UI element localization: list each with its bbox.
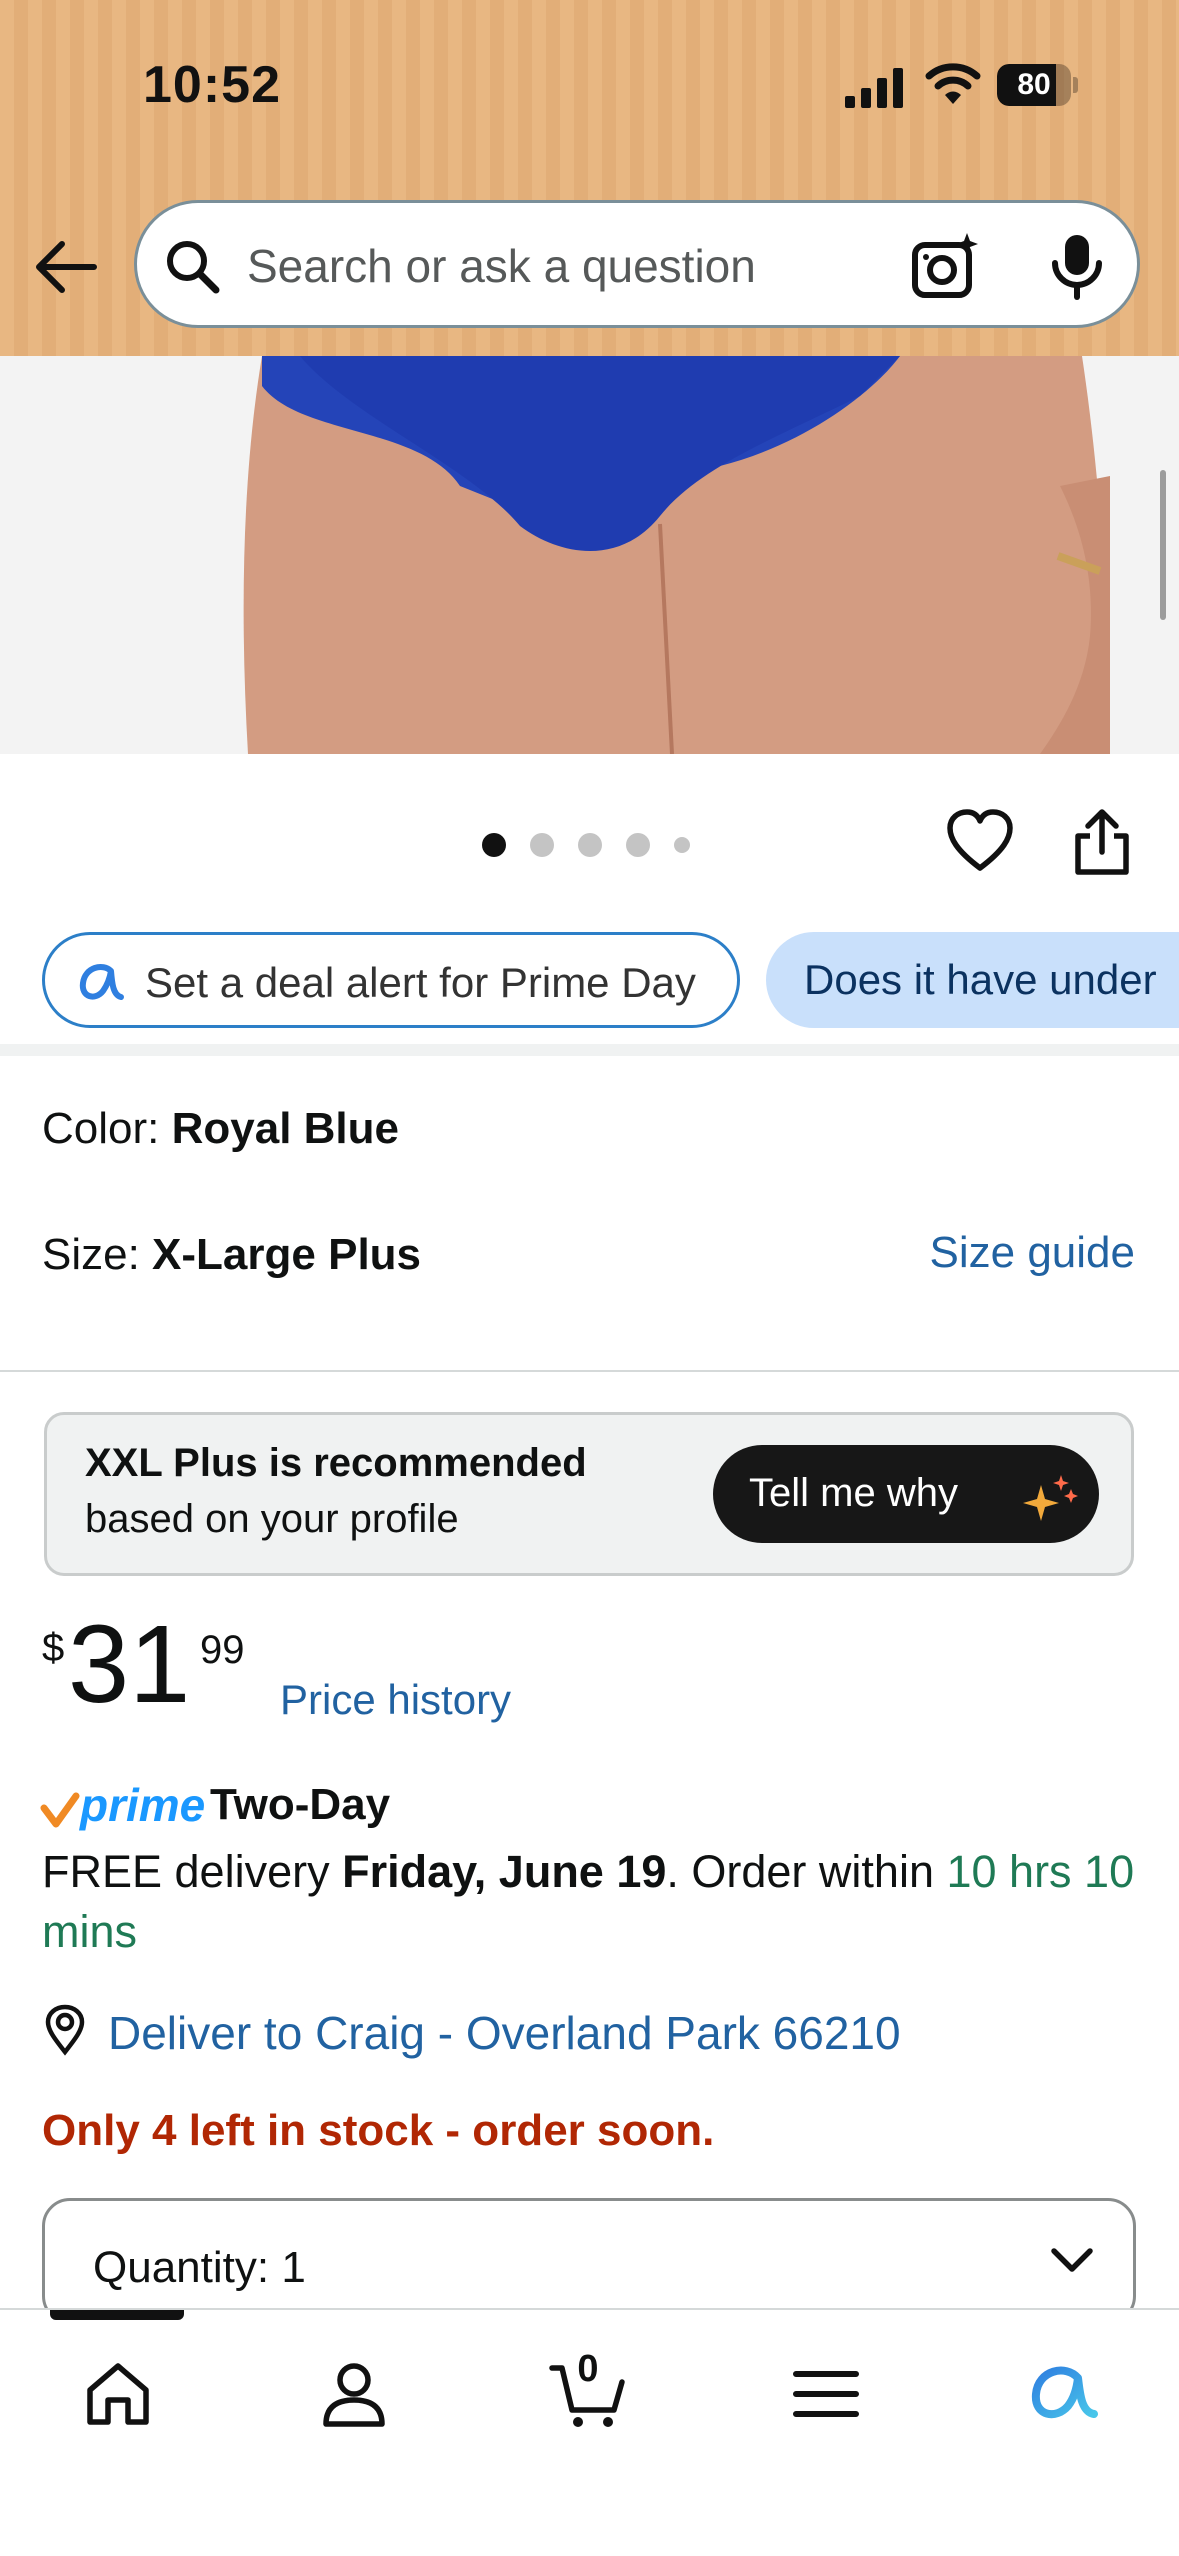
- product-image[interactable]: [0, 356, 1179, 754]
- tell-me-why-label: Tell me why: [749, 1471, 958, 1515]
- stock-status: Only 4 left in stock - order soon.: [42, 2106, 715, 2155]
- divider: [0, 1370, 1179, 1372]
- size-selection[interactable]: Size: X-Large Plus: [42, 1230, 421, 1280]
- bottom-navigation: 0: [0, 2308, 1179, 2556]
- sparkle-icon: [1023, 1475, 1078, 1521]
- rufus-icon: [79, 964, 124, 1000]
- quantity-label: Quantity: 1: [93, 2243, 306, 2293]
- pagination-dot: [578, 833, 602, 857]
- search-input[interactable]: Search or ask a question: [247, 239, 756, 293]
- product-photo: [0, 356, 1179, 754]
- size-label: Size:: [42, 1230, 153, 1279]
- order-within-text: . Order within: [666, 1846, 947, 1897]
- tell-me-why-button[interactable]: Tell me why: [713, 1445, 1099, 1543]
- delivery-date: Friday, June 19: [342, 1846, 667, 1897]
- cart-count: 0: [577, 2348, 599, 2390]
- home-icon[interactable]: [78, 2354, 158, 2434]
- section-divider: [0, 1044, 1179, 1056]
- pagination-dot: [482, 833, 506, 857]
- deal-alert-chip[interactable]: Set a deal alert for Prime Day: [42, 932, 740, 1028]
- price-currency: $: [42, 1626, 65, 1670]
- deal-alert-label: Set a deal alert for Prime Day: [145, 959, 696, 1006]
- image-pagination-dots: [482, 832, 690, 858]
- pagination-dot: [626, 833, 650, 857]
- rufus-icon[interactable]: [1022, 2354, 1102, 2434]
- active-tab-indicator: [50, 2310, 184, 2320]
- quantity-value: 1: [281, 2243, 306, 2292]
- prime-check-icon: [40, 1792, 80, 1828]
- heart-icon[interactable]: [946, 808, 1014, 874]
- price-fraction: 99: [200, 1628, 245, 1672]
- cellular-signal-icon: [845, 68, 903, 108]
- pagination-dot: [530, 833, 554, 857]
- search-bar[interactable]: Search or ask a question: [134, 200, 1140, 328]
- price-history-link[interactable]: Price history: [280, 1676, 511, 1724]
- scroll-indicator[interactable]: [1160, 470, 1166, 620]
- pagination-dot: [674, 837, 690, 853]
- location-icon: [45, 2004, 85, 2056]
- delivery-info: FREE delivery Friday, June 19. Order wit…: [42, 1842, 1152, 1962]
- prime-logo: prime: [80, 1779, 206, 1831]
- color-label: Color:: [42, 1104, 172, 1153]
- battery-indicator: 80: [997, 64, 1078, 106]
- mic-icon[interactable]: [1047, 231, 1107, 301]
- size-recommendation-box: XXL Plus is recommended based on your pr…: [44, 1412, 1134, 1576]
- question-chip[interactable]: Does it have under: [766, 932, 1179, 1028]
- account-icon[interactable]: [314, 2354, 394, 2434]
- quantity-text: Quantity:: [93, 2243, 270, 2292]
- price-whole: 31: [68, 1603, 191, 1726]
- color-selection[interactable]: Color: Royal Blue: [42, 1104, 399, 1154]
- share-icon[interactable]: [1070, 806, 1134, 878]
- cart-button[interactable]: 0: [548, 2348, 628, 2434]
- wifi-icon: [925, 63, 981, 104]
- deliver-to-link[interactable]: Deliver to Craig - Overland Park 66210: [108, 2006, 901, 2060]
- question-chip-label: Does it have under: [804, 956, 1157, 1003]
- color-value: Royal Blue: [171, 1104, 399, 1153]
- quantity-selector[interactable]: Quantity: 1: [42, 2198, 1136, 2324]
- size-value: X-Large Plus: [152, 1230, 422, 1279]
- recommendation-title: XXL Plus is recommended: [85, 1441, 587, 1485]
- app-header: 10:52 80 Search or ask a question: [0, 0, 1179, 356]
- prime-speed: Two-Day: [210, 1780, 391, 1829]
- back-arrow-icon[interactable]: [30, 232, 100, 302]
- chevron-down-icon: [1051, 2248, 1093, 2272]
- camera-icon[interactable]: [911, 231, 981, 301]
- delivery-prefix: FREE delivery: [42, 1846, 343, 1897]
- size-guide-link[interactable]: Size guide: [930, 1228, 1135, 1278]
- battery-level: 80: [1017, 68, 1051, 101]
- menu-icon[interactable]: [786, 2354, 866, 2434]
- status-time: 10:52: [143, 56, 281, 114]
- recommendation-subtitle: based on your profile: [85, 1497, 459, 1541]
- search-icon: [167, 241, 220, 294]
